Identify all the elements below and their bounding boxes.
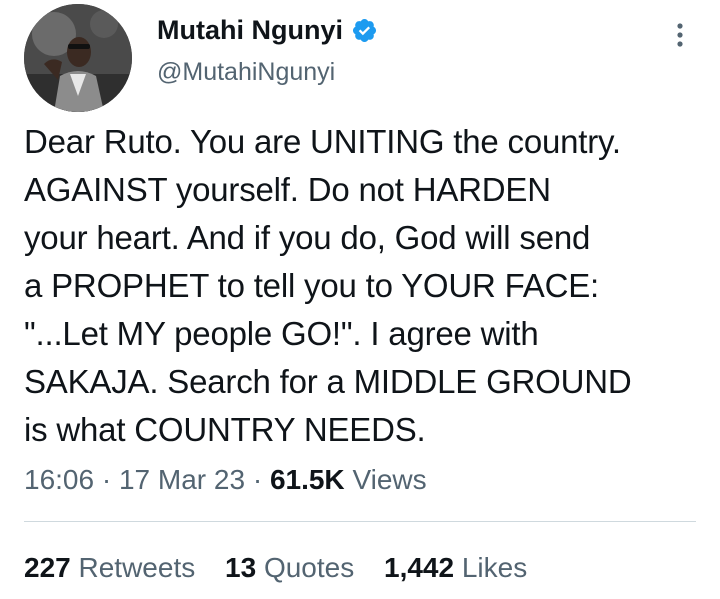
meta-separator: · — [252, 464, 263, 495]
retweets-stat[interactable]: 227 Retweets — [24, 552, 195, 583]
tweet-date[interactable]: 17 Mar 23 — [119, 464, 245, 495]
verified-badge-icon — [351, 17, 378, 44]
author-display-name[interactable]: Mutahi Ngunyi — [157, 17, 343, 44]
divider — [24, 521, 696, 522]
avatar[interactable] — [24, 4, 132, 112]
tweet-meta: 16:06 · 17 Mar 23 · 61.5K Views — [24, 462, 427, 498]
author-name-row: Mutahi Ngunyi — [157, 17, 378, 44]
author-handle[interactable]: @MutahiNgunyi — [157, 60, 335, 85]
retweets-label: Retweets — [78, 552, 196, 583]
likes-count: 1,442 — [384, 552, 455, 583]
likes-stat[interactable]: 1,442 Likes — [384, 552, 527, 583]
quotes-label: Quotes — [263, 552, 355, 583]
retweets-count: 227 — [24, 552, 71, 583]
quotes-stat[interactable]: 13 Quotes — [225, 552, 354, 583]
quotes-count: 13 — [225, 552, 257, 583]
views-label[interactable]: Views — [352, 464, 426, 495]
tweet-text: Dear Ruto. You are UNITING the country. … — [24, 123, 632, 448]
more-vertical-icon[interactable] — [668, 20, 692, 50]
tweet-time[interactable]: 16:06 — [24, 464, 94, 495]
views-count[interactable]: 61.5K — [270, 464, 345, 495]
likes-label: Likes — [461, 552, 528, 583]
tweet-stats: 227 Retweets 13 Quotes 1,442 Likes — [24, 550, 549, 586]
meta-separator: · — [101, 464, 112, 495]
